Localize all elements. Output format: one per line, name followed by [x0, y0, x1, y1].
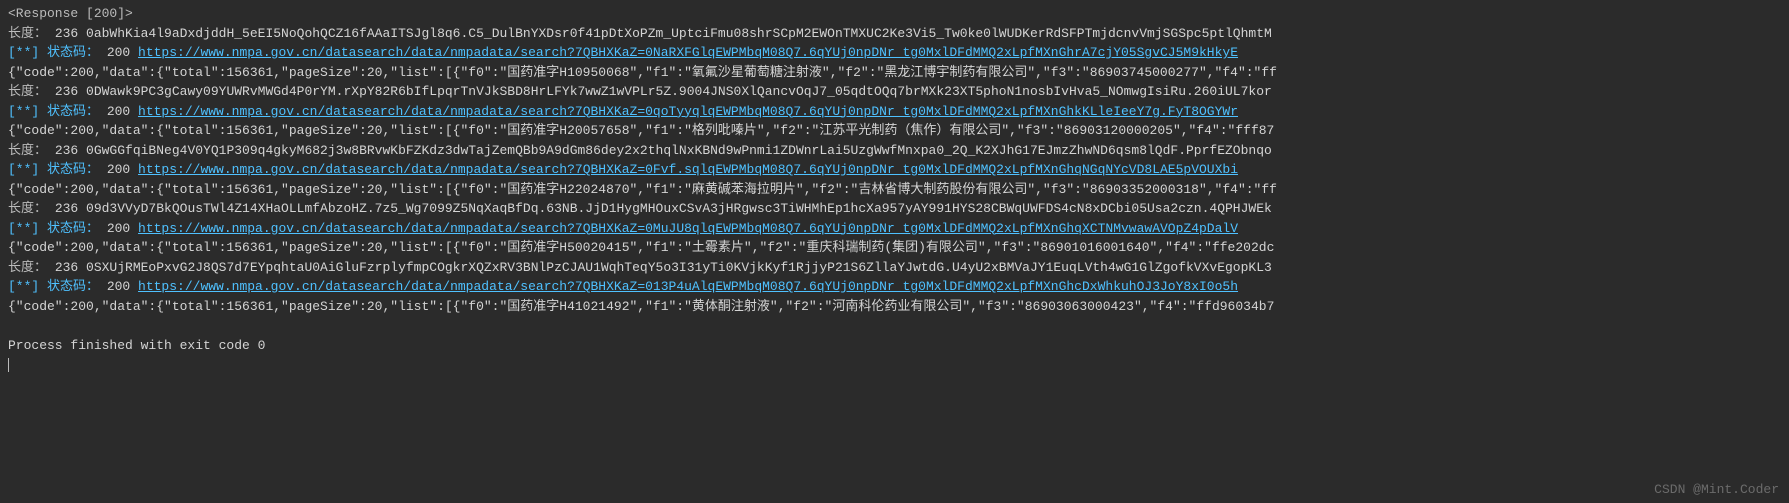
console-line: [**] 状态码： 200 https://www.nmpa.gov.cn/da… [8, 277, 1781, 297]
console-line: 长度： 236 0abWhKia4l9aDxdjddH_5eEI5NoQohQC… [8, 24, 1781, 44]
length-value: 236 0abWhKia4l9aDxdjddH_5eEI5NoQohQCZ16f… [47, 26, 1272, 41]
console-output: 长度： 236 0abWhKia4l9aDxdjddH_5eEI5NoQohQC… [8, 24, 1781, 317]
console-line: {"code":200,"data":{"total":156361,"page… [8, 121, 1781, 141]
request-url-link[interactable]: https://www.nmpa.gov.cn/datasearch/data/… [138, 45, 1238, 60]
json-response: {"code":200,"data":{"total":156361,"page… [8, 299, 1274, 314]
request-url-link[interactable]: https://www.nmpa.gov.cn/datasearch/data/… [138, 162, 1238, 177]
status-label: [**] 状态码： [8, 162, 99, 177]
console-line: 长度： 236 0DWawk9PC3gCawy09YUWRvMWGd4P0rYM… [8, 82, 1781, 102]
console-line: {"code":200,"data":{"total":156361,"page… [8, 297, 1781, 317]
length-label: 长度： [8, 201, 47, 216]
json-response: {"code":200,"data":{"total":156361,"page… [8, 123, 1274, 138]
console-line: [**] 状态码： 200 https://www.nmpa.gov.cn/da… [8, 102, 1781, 122]
console-line: 长度： 236 0GwGGfqiBNeg4V0YQ1P309q4gkyM682j… [8, 141, 1781, 161]
console-line: [**] 状态码： 200 https://www.nmpa.gov.cn/da… [8, 219, 1781, 239]
length-label: 长度： [8, 143, 47, 158]
cursor-line [8, 355, 1781, 375]
status-label: [**] 状态码： [8, 104, 99, 119]
process-exit-text: Process finished with exit code 0 [8, 338, 265, 353]
status-code: 200 [99, 221, 138, 236]
console-line: [**] 状态码： 200 https://www.nmpa.gov.cn/da… [8, 43, 1781, 63]
status-code: 200 [99, 162, 138, 177]
empty-line [8, 316, 1781, 336]
console-line: [**] 状态码： 200 https://www.nmpa.gov.cn/da… [8, 160, 1781, 180]
length-value: 236 0DWawk9PC3gCawy09YUWRvMWGd4P0rYM.rXp… [47, 84, 1272, 99]
length-value: 236 0SXUjRMEoPxvG2J8QS7d7EYpqhtaU0AiGluF… [47, 260, 1272, 275]
request-url-link[interactable]: https://www.nmpa.gov.cn/datasearch/data/… [138, 221, 1238, 236]
console-line: 长度： 236 0SXUjRMEoPxvG2J8QS7d7EYpqhtaU0Ai… [8, 258, 1781, 278]
console-line: {"code":200,"data":{"total":156361,"page… [8, 238, 1781, 258]
length-value: 236 09d3VVyD7BkQOusTWl4Z14XHaOLLmfAbzoHZ… [47, 201, 1272, 216]
json-response: {"code":200,"data":{"total":156361,"page… [8, 182, 1277, 197]
length-value: 236 0GwGGfqiBNeg4V0YQ1P309q4gkyM682j3w8B… [47, 143, 1272, 158]
console-line: 长度： 236 09d3VVyD7BkQOusTWl4Z14XHaOLLmfAb… [8, 199, 1781, 219]
request-url-link[interactable]: https://www.nmpa.gov.cn/datasearch/data/… [138, 104, 1238, 119]
console-line: {"code":200,"data":{"total":156361,"page… [8, 180, 1781, 200]
json-response: {"code":200,"data":{"total":156361,"page… [8, 65, 1277, 80]
console-line: {"code":200,"data":{"total":156361,"page… [8, 63, 1781, 83]
length-label: 长度： [8, 84, 47, 99]
watermark: CSDN @Mint.Coder [1654, 480, 1779, 500]
status-label: [**] 状态码： [8, 45, 99, 60]
length-label: 长度： [8, 26, 47, 41]
request-url-link[interactable]: https://www.nmpa.gov.cn/datasearch/data/… [138, 279, 1238, 294]
status-label: [**] 状态码： [8, 221, 99, 236]
status-code: 200 [99, 104, 138, 119]
status-code: 200 [99, 45, 138, 60]
process-exit-line: Process finished with exit code 0 [8, 336, 1781, 356]
response-header-line: <Response [200]> [8, 4, 1781, 24]
length-label: 长度： [8, 260, 47, 275]
status-code: 200 [99, 279, 138, 294]
status-label: [**] 状态码： [8, 279, 99, 294]
json-response: {"code":200,"data":{"total":156361,"page… [8, 240, 1274, 255]
response-object: <Response [200]> [8, 6, 133, 21]
